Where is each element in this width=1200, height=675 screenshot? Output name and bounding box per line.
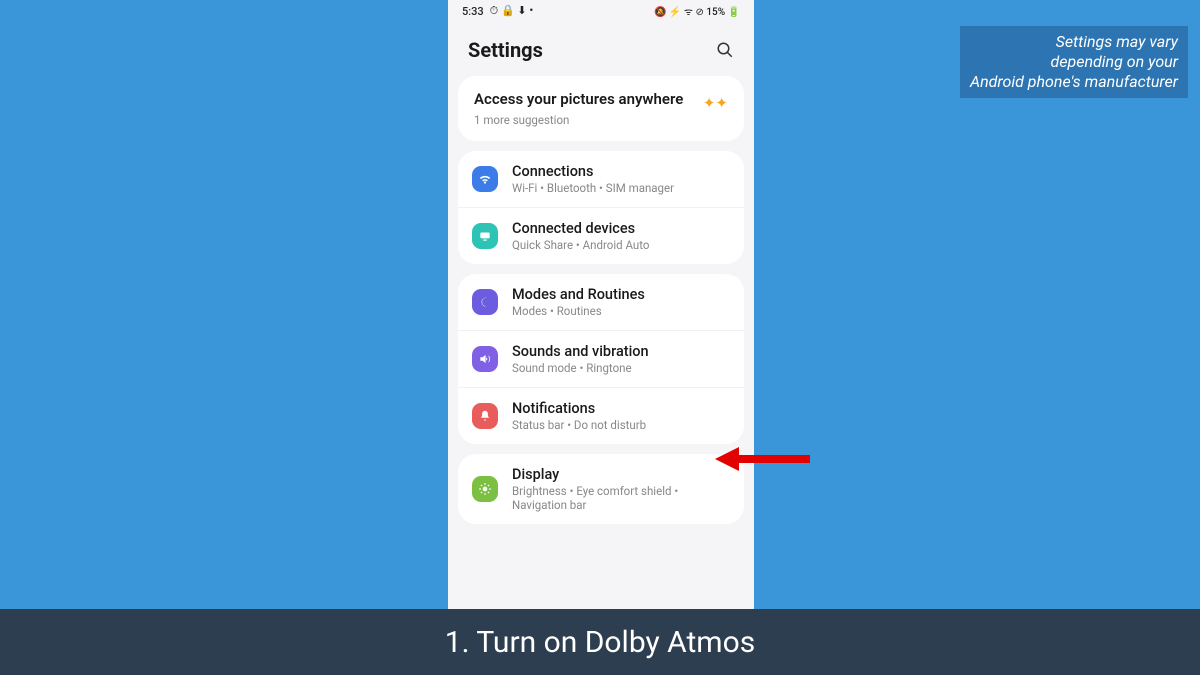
caption-text: 1. Turn on Dolby Atmos bbox=[445, 625, 755, 660]
note-line: depending on your bbox=[970, 52, 1178, 72]
note-line: Android phone's manufacturer bbox=[970, 72, 1178, 92]
moon-icon bbox=[472, 289, 498, 315]
item-title: Sounds and vibration bbox=[512, 343, 730, 360]
settings-group: Modes and Routines Modes • Routines Soun… bbox=[458, 274, 744, 444]
settings-item-display[interactable]: Display Brightness • Eye comfort shield … bbox=[458, 454, 744, 524]
note-line: Settings may vary bbox=[970, 32, 1178, 52]
caption-bar: 1. Turn on Dolby Atmos bbox=[0, 609, 1200, 675]
item-title: Connected devices bbox=[512, 220, 730, 237]
settings-item-modes-routines[interactable]: Modes and Routines Modes • Routines bbox=[458, 274, 744, 331]
status-bar: 5:33 ⏱ 🔒 ⬇ • 🔕 ⚡ ᯤ ⊘ 15% 🔋 bbox=[448, 0, 754, 20]
bell-icon bbox=[472, 403, 498, 429]
settings-item-connections[interactable]: Connections Wi-Fi • Bluetooth • SIM mana… bbox=[458, 151, 744, 208]
settings-item-connected-devices[interactable]: Connected devices Quick Share • Android … bbox=[458, 208, 744, 264]
suggestion-title: Access your pictures anywhere bbox=[474, 90, 683, 110]
settings-group: Connections Wi-Fi • Bluetooth • SIM mana… bbox=[458, 151, 744, 264]
search-icon[interactable] bbox=[716, 41, 734, 59]
page-header: Settings bbox=[448, 20, 754, 76]
sound-icon bbox=[472, 346, 498, 372]
item-subtitle: Brightness • Eye comfort shield • Naviga… bbox=[512, 484, 730, 512]
status-time: 5:33 bbox=[462, 5, 484, 18]
item-subtitle: Sound mode • Ringtone bbox=[512, 361, 730, 375]
settings-item-sounds-vibration[interactable]: Sounds and vibration Sound mode • Ringto… bbox=[458, 331, 744, 388]
settings-content: Access your pictures anywhere 1 more sug… bbox=[448, 76, 754, 524]
item-title: Notifications bbox=[512, 400, 730, 417]
manufacturer-note: Settings may vary depending on your Andr… bbox=[960, 26, 1188, 98]
suggestion-subtitle: 1 more suggestion bbox=[474, 113, 683, 127]
item-title: Display bbox=[512, 466, 730, 483]
sparkle-icon: ✦✦ bbox=[703, 94, 728, 112]
settings-group: Display Brightness • Eye comfort shield … bbox=[458, 454, 744, 524]
sun-icon bbox=[472, 476, 498, 502]
item-title: Modes and Routines bbox=[512, 286, 730, 303]
status-left-icons: ⏱ 🔒 ⬇ • bbox=[490, 4, 534, 18]
suggestion-card[interactable]: Access your pictures anywhere 1 more sug… bbox=[458, 76, 744, 141]
phone-screen: 5:33 ⏱ 🔒 ⬇ • 🔕 ⚡ ᯤ ⊘ 15% 🔋 Settings Acce… bbox=[448, 0, 754, 610]
item-subtitle: Quick Share • Android Auto bbox=[512, 238, 730, 252]
item-subtitle: Modes • Routines bbox=[512, 304, 730, 318]
share-icon bbox=[472, 223, 498, 249]
status-right-icons: 🔕 ⚡ ᯤ ⊘ 15% 🔋 bbox=[654, 4, 740, 18]
wifi-icon bbox=[472, 166, 498, 192]
item-title: Connections bbox=[512, 163, 730, 180]
settings-item-notifications[interactable]: Notifications Status bar • Do not distur… bbox=[458, 388, 744, 444]
item-subtitle: Wi-Fi • Bluetooth • SIM manager bbox=[512, 181, 730, 195]
item-subtitle: Status bar • Do not disturb bbox=[512, 418, 730, 432]
page-title: Settings bbox=[468, 38, 543, 62]
